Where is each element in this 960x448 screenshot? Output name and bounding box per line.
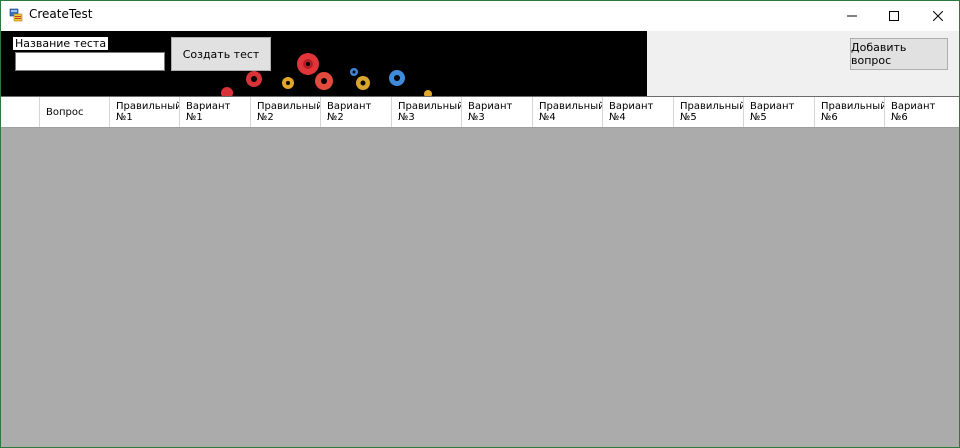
column-header-correct-3[interactable]: Правильный №3: [392, 97, 462, 127]
column-header-number: №2: [257, 112, 274, 123]
column-header-number: №6: [821, 112, 838, 123]
column-header-label: Правильный: [821, 101, 885, 112]
minimize-icon: [847, 15, 857, 16]
column-header-variant-1[interactable]: Вариант №1: [180, 97, 251, 127]
maximize-icon: [889, 10, 899, 21]
create-test-button[interactable]: Создать тест: [171, 37, 271, 71]
create-test-window: CreateTest Название теста Создать тест Д…: [0, 0, 960, 448]
column-header-correct-1[interactable]: Правильный №1: [110, 97, 180, 127]
column-header-label: Вариант: [468, 101, 513, 112]
column-header-label: Правильный: [680, 101, 744, 112]
column-header-label: Вопрос: [46, 107, 84, 118]
column-header-correct-2[interactable]: Правильный №2: [251, 97, 321, 127]
test-name-label: Название теста: [13, 37, 109, 50]
test-name-input[interactable]: [15, 52, 165, 71]
close-icon: [933, 10, 943, 21]
column-header-number: №5: [750, 112, 767, 123]
minimize-button[interactable]: [829, 1, 875, 30]
column-header-variant-4[interactable]: Вариант №4: [603, 97, 674, 127]
grid-header-row: Вопрос Правильный №1 Вариант №1 Правильн…: [1, 97, 959, 128]
maximize-button[interactable]: [871, 1, 917, 30]
column-header-label: Вариант: [609, 101, 654, 112]
column-header-label: Правильный: [539, 101, 603, 112]
column-header-number: №2: [327, 112, 344, 123]
column-header-number: №3: [468, 112, 485, 123]
column-header-label: Правильный: [116, 101, 180, 112]
column-header-variant-2[interactable]: Вариант №2: [321, 97, 392, 127]
gear-icon: [246, 71, 262, 87]
questions-grid[interactable]: Вопрос Правильный №1 Вариант №1 Правильн…: [1, 96, 959, 447]
column-header-number: №3: [398, 112, 415, 123]
column-header-number: №5: [680, 112, 697, 123]
gear-icon: [221, 87, 233, 96]
right-panel: Добавить вопрос: [647, 31, 959, 96]
column-header-label: Вариант: [327, 101, 372, 112]
column-header-correct-5[interactable]: Правильный №5: [674, 97, 744, 127]
column-header-label: Правильный: [257, 101, 321, 112]
gear-icon: [282, 77, 294, 89]
header-banner: Название теста Создать тест: [1, 31, 647, 96]
column-header-number: №6: [891, 112, 908, 123]
column-header-label: Вариант: [891, 101, 936, 112]
gear-icon: [356, 76, 370, 90]
column-header-question[interactable]: Вопрос: [40, 97, 110, 127]
column-header-number: №4: [539, 112, 556, 123]
column-header-variant-3[interactable]: Вариант №3: [462, 97, 533, 127]
add-question-button[interactable]: Добавить вопрос: [850, 38, 948, 70]
app-icon: [9, 8, 23, 22]
window-title: CreateTest: [29, 7, 93, 21]
title-bar[interactable]: CreateTest: [1, 1, 959, 30]
gear-icon: [350, 68, 358, 76]
gear-icon: [389, 70, 405, 86]
row-header-corner[interactable]: [1, 97, 40, 127]
gear-icon: [315, 72, 333, 90]
column-header-label: Вариант: [186, 101, 231, 112]
column-header-number: №1: [186, 112, 203, 123]
column-header-number: №4: [609, 112, 626, 123]
column-header-label: Правильный: [398, 101, 462, 112]
column-header-variant-5[interactable]: Вариант №5: [744, 97, 815, 127]
column-header-label: Вариант: [750, 101, 795, 112]
gear-icon: [297, 53, 319, 75]
column-header-number: №1: [116, 112, 133, 123]
column-header-correct-4[interactable]: Правильный №4: [533, 97, 603, 127]
column-header-correct-6[interactable]: Правильный №6: [815, 97, 885, 127]
close-button[interactable]: [915, 1, 960, 30]
column-header-variant-6[interactable]: Вариант №6: [885, 97, 956, 127]
